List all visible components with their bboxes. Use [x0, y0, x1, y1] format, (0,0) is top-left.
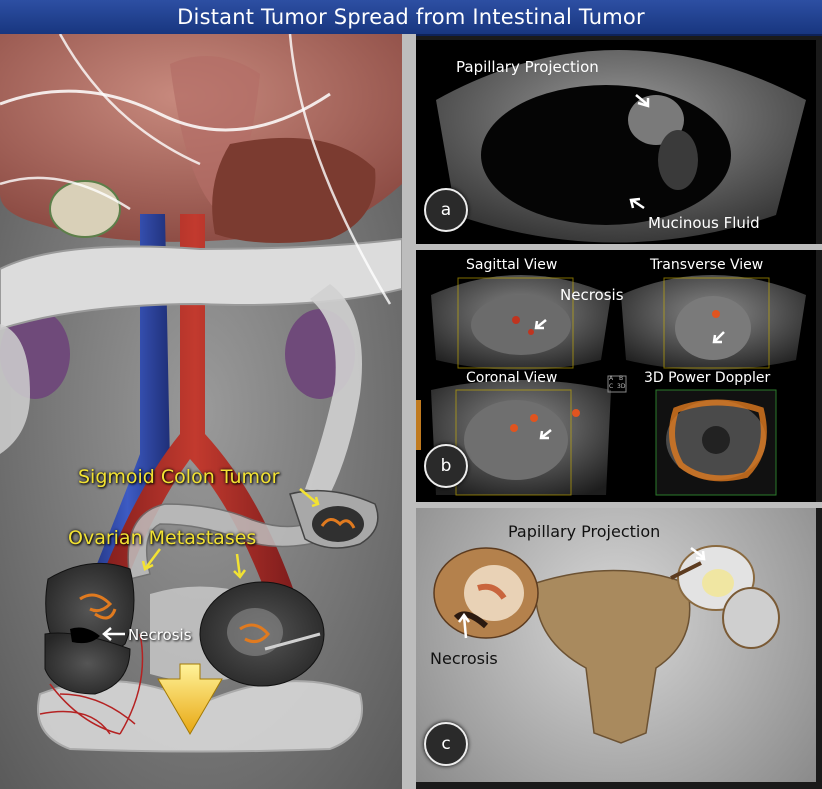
papillary-projection-label-a: Papillary Projection — [456, 58, 599, 76]
orientation-3d-label: 3D — [617, 383, 626, 390]
figure-title: Distant Tumor Spread from Intestinal Tum… — [177, 5, 645, 29]
panel-a-badge: a — [424, 188, 468, 232]
orientation-b-label: B — [619, 375, 624, 382]
anatomy-illustration: Sigmoid Colon Tumor Ovarian Metastases N… — [0, 34, 402, 789]
transverse-view-label: Transverse View — [650, 257, 764, 273]
necrosis-label-illustration: Necrosis — [128, 626, 192, 644]
panel-c-image — [433, 545, 780, 744]
panel-a-ultrasound: Papillary Projection Mucinous Fluid a — [416, 40, 816, 244]
panel-c-badge: c — [424, 722, 468, 766]
anatomy-drawing — [0, 34, 402, 789]
papillary-projection-label-c: Papillary Projection — [508, 522, 661, 541]
necrosis-label-c: Necrosis — [430, 649, 498, 668]
necrosis-label-b: Necrosis — [560, 286, 624, 304]
sigmoid-colon-tumor-label: Sigmoid Colon Tumor — [78, 466, 280, 488]
sagittal-view-label: Sagittal View — [466, 257, 558, 273]
panel-c-gross-specimen: Papillary Projection Necrosis c — [416, 508, 816, 782]
coronal-view-label: Coronal View — [466, 370, 558, 386]
panel-separator — [402, 34, 416, 789]
panel-b-badge: b — [424, 444, 468, 488]
panel-b-ultrasound: Sagittal View Transverse View Necrosis C… — [416, 250, 816, 502]
orientation-a-label: A — [609, 375, 614, 382]
mucinous-fluid-label: Mucinous Fluid — [648, 214, 760, 232]
orientation-c-label: C — [609, 383, 614, 390]
3d-power-doppler-label: 3D Power Doppler — [644, 370, 771, 386]
title-bar: Distant Tumor Spread from Intestinal Tum… — [0, 0, 822, 36]
ovarian-metastases-label: Ovarian Metastases — [68, 527, 257, 549]
